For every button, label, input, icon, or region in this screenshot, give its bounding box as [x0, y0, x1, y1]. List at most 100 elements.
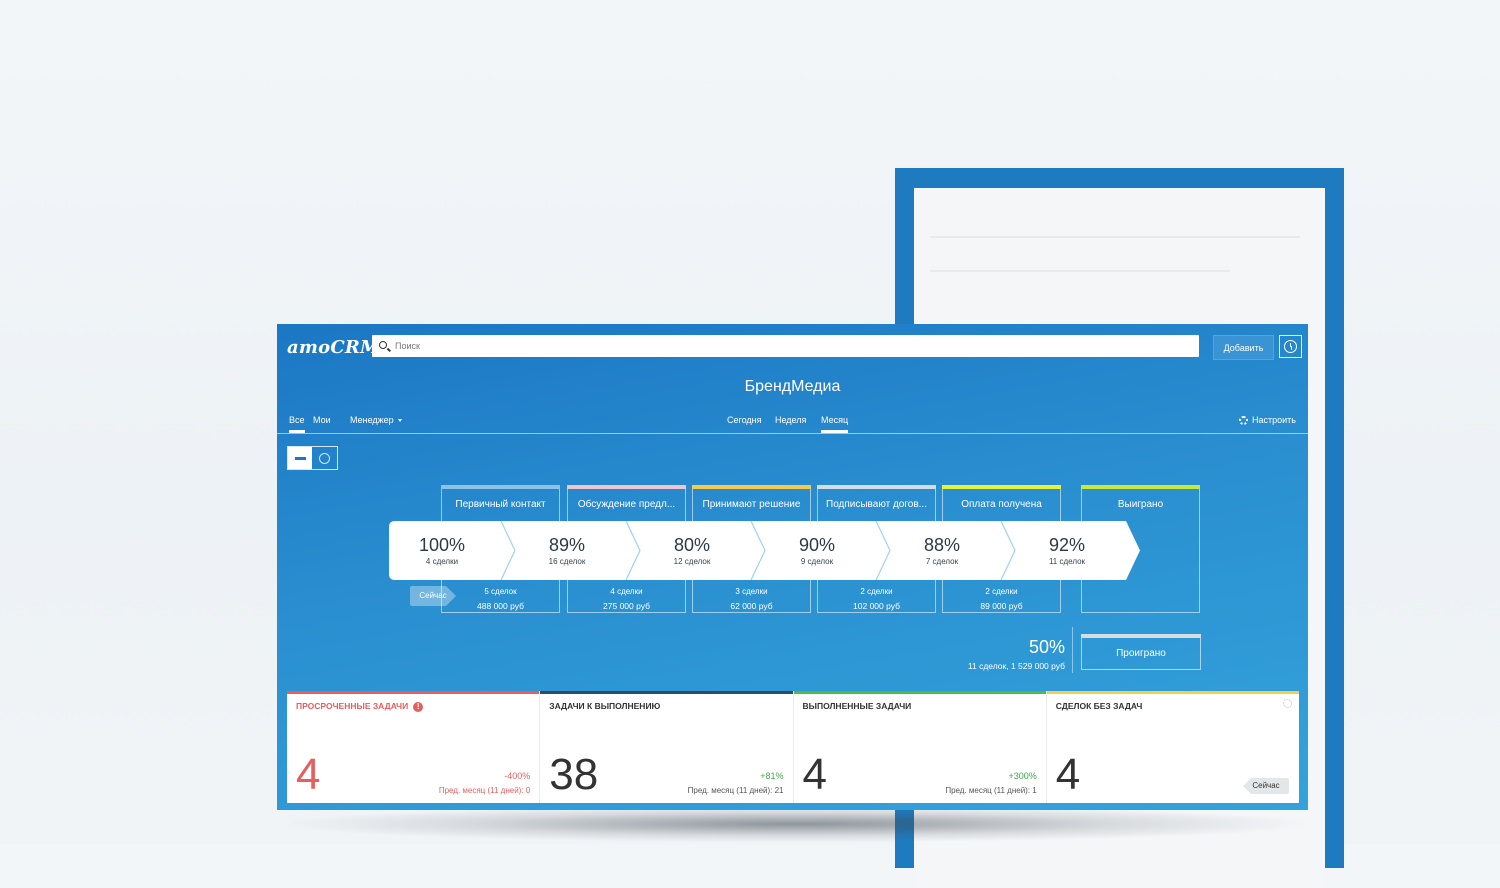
stage-deal-count: 2 сделки: [860, 587, 893, 596]
conversion-deals: 12 сделок: [673, 557, 711, 566]
period-today[interactable]: Сегодня: [727, 415, 762, 431]
lost-label: Проиграно: [1116, 648, 1166, 659]
search-input[interactable]: [393, 340, 1177, 352]
widget-color-bar: [540, 691, 793, 694]
notifications-button[interactable]: [1279, 335, 1302, 358]
conversion-deals: 11 сделок: [1048, 557, 1086, 566]
list-view-button[interactable]: [288, 447, 312, 469]
list-icon: [294, 456, 306, 460]
lost-percent: 50%: [1028, 637, 1065, 657]
stage-color-bar: [692, 485, 811, 489]
widget-value: 4: [1055, 750, 1081, 799]
conversion-band: 100% 4 сделки 89% 16 сделок 80% 12 сдело…: [389, 521, 1140, 580]
background-line: [930, 236, 1300, 238]
now-badge: Сейчас: [1243, 778, 1289, 794]
conversion-cell: 80% 12 сделок: [642, 521, 742, 566]
stage-name: Выиграно: [1117, 499, 1164, 510]
conversion-cell: 90% 9 сделок: [767, 521, 867, 566]
conversion-percent: 92%: [1048, 535, 1086, 555]
stage-sum: 275 000 руб: [603, 601, 650, 611]
settings-link[interactable]: Настроить: [1239, 415, 1296, 431]
widget-title-row: ПРОСРОЧЕННЫЕ ЗАДАЧИ!: [296, 701, 424, 712]
now-marker: Сейчас: [410, 586, 456, 606]
widget-value: 4: [296, 750, 321, 799]
stage-column-lost[interactable]: Проиграно: [1081, 634, 1201, 670]
widget-previous: Пред. месяц (11 дней): 21: [687, 786, 784, 795]
stage-name: Оплата получена: [961, 499, 1042, 510]
conversion-percent: 90%: [798, 535, 836, 555]
period-month[interactable]: Месяц: [821, 415, 849, 433]
widget-settings-icon[interactable]: [1283, 699, 1292, 708]
filter-bar: Все Мои Менеджер Сегодня Неделя Месяц На…: [277, 415, 1308, 434]
add-button[interactable]: Добавить: [1213, 335, 1274, 360]
conversion-cell: 100% 4 сделки: [392, 521, 492, 566]
background-line: [930, 270, 1230, 272]
stage-sum: 62 000 руб: [730, 601, 773, 611]
widget-title: ВЫПОЛНЕННЫЕ ЗАДАЧИ: [802, 701, 912, 711]
caret-down-icon: [397, 419, 402, 423]
widget-previous: Пред. месяц (11 дней): 0: [438, 786, 531, 795]
window-shadow: [285, 806, 1305, 842]
page-title: БрендМедиа: [744, 378, 841, 395]
widget-color-bar: [1046, 691, 1299, 694]
filter-mine[interactable]: Мои: [313, 415, 331, 431]
settings-label: Настроить: [1252, 415, 1296, 425]
stage-deal-count: 4 сделки: [610, 587, 643, 596]
widget-title: СДЕЛОК БЕЗ ЗАДАЧ: [1055, 701, 1143, 711]
widget-color-bar: [793, 691, 1046, 694]
widget-title: ЗАДАЧИ К ВЫПОЛНЕНИЮ: [549, 701, 661, 711]
stage-color-bar: [1081, 485, 1200, 489]
widget-value: 38: [549, 750, 599, 799]
gear-icon: [1239, 416, 1248, 425]
stage-deal-count: 2 сделки: [985, 587, 1018, 596]
stage-color-bar: [1081, 634, 1201, 638]
stage-color-bar: [817, 485, 936, 489]
now-badge-label: Сейчас: [1252, 781, 1280, 790]
search-box[interactable]: [372, 335, 1199, 357]
stage-sum: 89 000 руб: [980, 601, 1023, 611]
search-icon: [379, 340, 390, 352]
crm-window: amoCRM. Добавить БрендМедиа Все Мои Мене…: [277, 324, 1308, 810]
stage-deal-count: 5 сделок: [484, 587, 517, 596]
widget-color-bar: [287, 691, 540, 694]
stats-widgets: ПРОСРОЧЕННЫЕ ЗАДАЧИ! 4 -400% Пред. месяц…: [287, 691, 1299, 803]
conversion-percent: 88%: [923, 535, 961, 555]
widget-completed-tasks[interactable]: ВЫПОЛНЕННЫЕ ЗАДАЧИ 4 +300% Пред. месяц (…: [793, 691, 1047, 803]
stage-sum: 102 000 руб: [853, 601, 900, 611]
chart-view-button[interactable]: [312, 447, 336, 469]
widget-value: 4: [802, 750, 827, 799]
stage-color-bar: [567, 485, 686, 489]
stage-name: Подписывают догов...: [826, 499, 927, 510]
widget-previous: Пред. месяц (11 дней): 1: [945, 786, 1037, 795]
manager-label: Менеджер: [350, 415, 394, 425]
conversion-percent: 100%: [418, 535, 466, 555]
widget-tasks-to-do[interactable]: ЗАДАЧИ К ВЫПОЛНЕНИЮ 38 +81% Пред. месяц …: [540, 691, 794, 803]
conversion-cell: 89% 16 сделок: [517, 521, 617, 566]
pie-chart-icon: [318, 452, 330, 464]
conversion-cell: 92% 11 сделок: [1017, 521, 1117, 566]
widget-title: ПРОСРОЧЕННЫЕ ЗАДАЧИ: [296, 701, 409, 711]
stage-name: Первичный контакт: [455, 499, 546, 510]
widget-delta: +300%: [1008, 771, 1037, 781]
view-toggle: [287, 446, 338, 470]
conversion-percent: 89%: [548, 535, 586, 555]
stage-name: Обсуждение предл...: [577, 499, 676, 510]
filter-all[interactable]: Все: [289, 415, 305, 433]
widget-delta: +81%: [760, 771, 784, 781]
widget-delta: -400%: [504, 771, 531, 781]
manager-dropdown[interactable]: Менеджер: [350, 415, 402, 431]
lost-divider: [1072, 627, 1073, 673]
widget-deals-without-tasks[interactable]: СДЕЛОК БЕЗ ЗАДАЧ 4 Сейчас: [1046, 691, 1299, 803]
stage-color-bar: [942, 485, 1061, 489]
stage-color-bar: [441, 485, 560, 489]
clock-icon: [1284, 340, 1297, 353]
conversion-deals: 9 сделок: [800, 557, 834, 566]
widget-overdue-tasks[interactable]: ПРОСРОЧЕННЫЕ ЗАДАЧИ! 4 -400% Пред. месяц…: [287, 691, 541, 803]
period-week[interactable]: Неделя: [775, 415, 806, 431]
conversion-cell: 88% 7 сделок: [892, 521, 992, 566]
warning-icon: !: [413, 702, 424, 712]
stage-deal-count: 3 сделки: [735, 587, 768, 596]
lost-summary: 11 сделок, 1 529 000 руб: [967, 661, 1065, 671]
stage-name: Принимают решение: [702, 499, 801, 510]
stage-sum: 488 000 руб: [477, 601, 524, 611]
